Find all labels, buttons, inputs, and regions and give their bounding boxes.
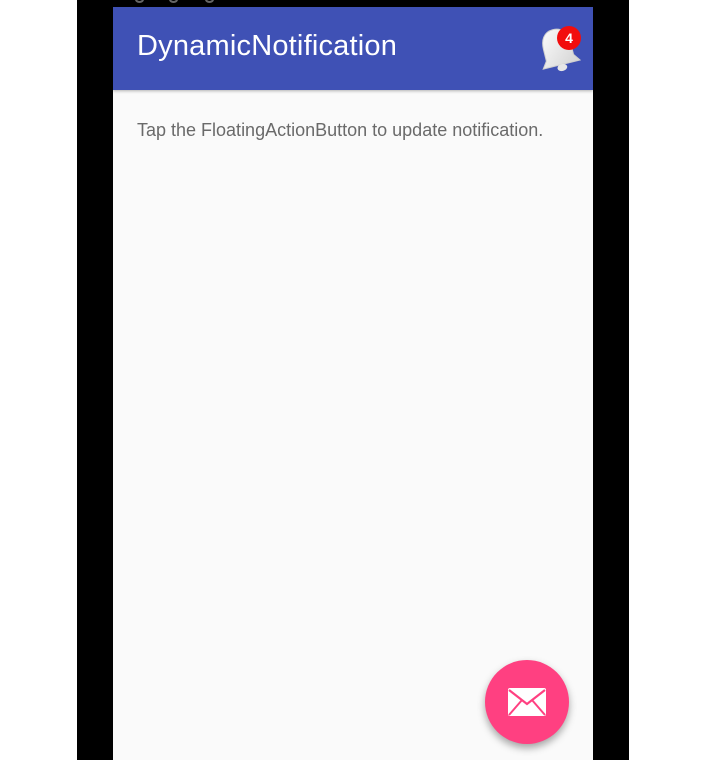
app-bar: DynamicNotification 4 (113, 7, 593, 90)
mail-icon (508, 688, 546, 716)
status-icon (135, 0, 144, 3)
status-bar (113, 0, 593, 7)
app-screen: DynamicNotification 4 Tap the FloatingAc… (113, 7, 593, 760)
notification-button[interactable]: 4 (533, 23, 583, 77)
floating-action-button[interactable] (485, 660, 569, 744)
status-icon (205, 0, 214, 3)
notification-count-badge: 4 (557, 26, 581, 50)
app-title: DynamicNotification (137, 30, 398, 62)
status-icon (169, 0, 178, 3)
instruction-text: Tap the FloatingActionButton to update n… (137, 120, 544, 140)
